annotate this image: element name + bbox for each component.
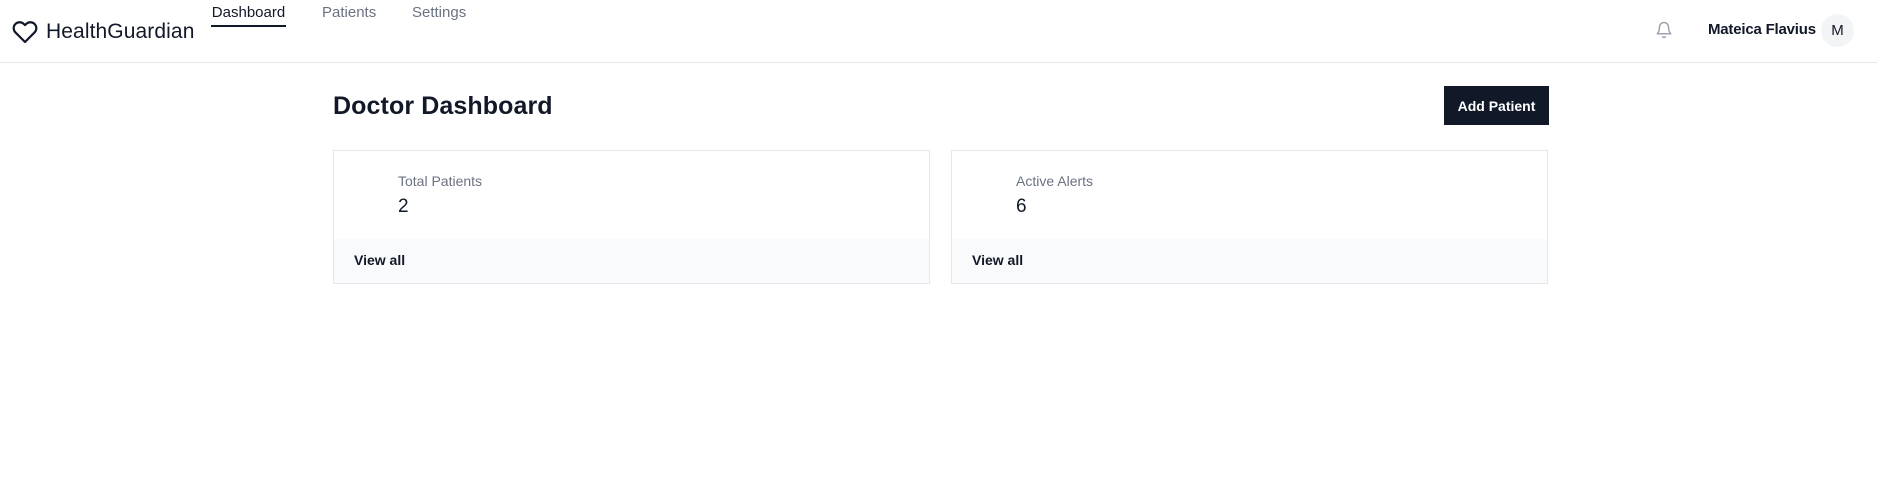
card-value: 2 [398,196,409,217]
tab-patients[interactable]: Patients [322,4,376,25]
total-patients-card: Total Patients 2 View all [333,150,930,284]
heart-icon [12,21,38,44]
tab-dashboard[interactable]: Dashboard [211,4,286,27]
page-title: Doctor Dashboard [333,92,553,120]
bell-icon[interactable] [1655,20,1673,40]
tab-settings[interactable]: Settings [412,4,466,25]
avatar[interactable]: M [1821,14,1854,47]
add-patient-button[interactable]: Add Patient [1444,86,1549,125]
view-all-patients-link[interactable]: View all [354,252,405,268]
card-value: 6 [1016,196,1027,217]
brand-name: HealthGuardian [46,20,195,43]
card-footer: View all [334,239,929,283]
user-name: Mateica Flavius [1708,21,1816,38]
active-alerts-card: Active Alerts 6 View all [951,150,1548,284]
card-label: Active Alerts [1016,173,1094,189]
card-footer: View all [952,239,1547,283]
avatar-initial: M [1831,22,1844,39]
brand[interactable]: HealthGuardian [12,18,195,46]
view-all-alerts-link[interactable]: View all [972,252,1023,268]
top-navigation-bar: HealthGuardian Dashboard Patients Settin… [0,0,1877,63]
card-label: Total Patients [398,173,483,189]
